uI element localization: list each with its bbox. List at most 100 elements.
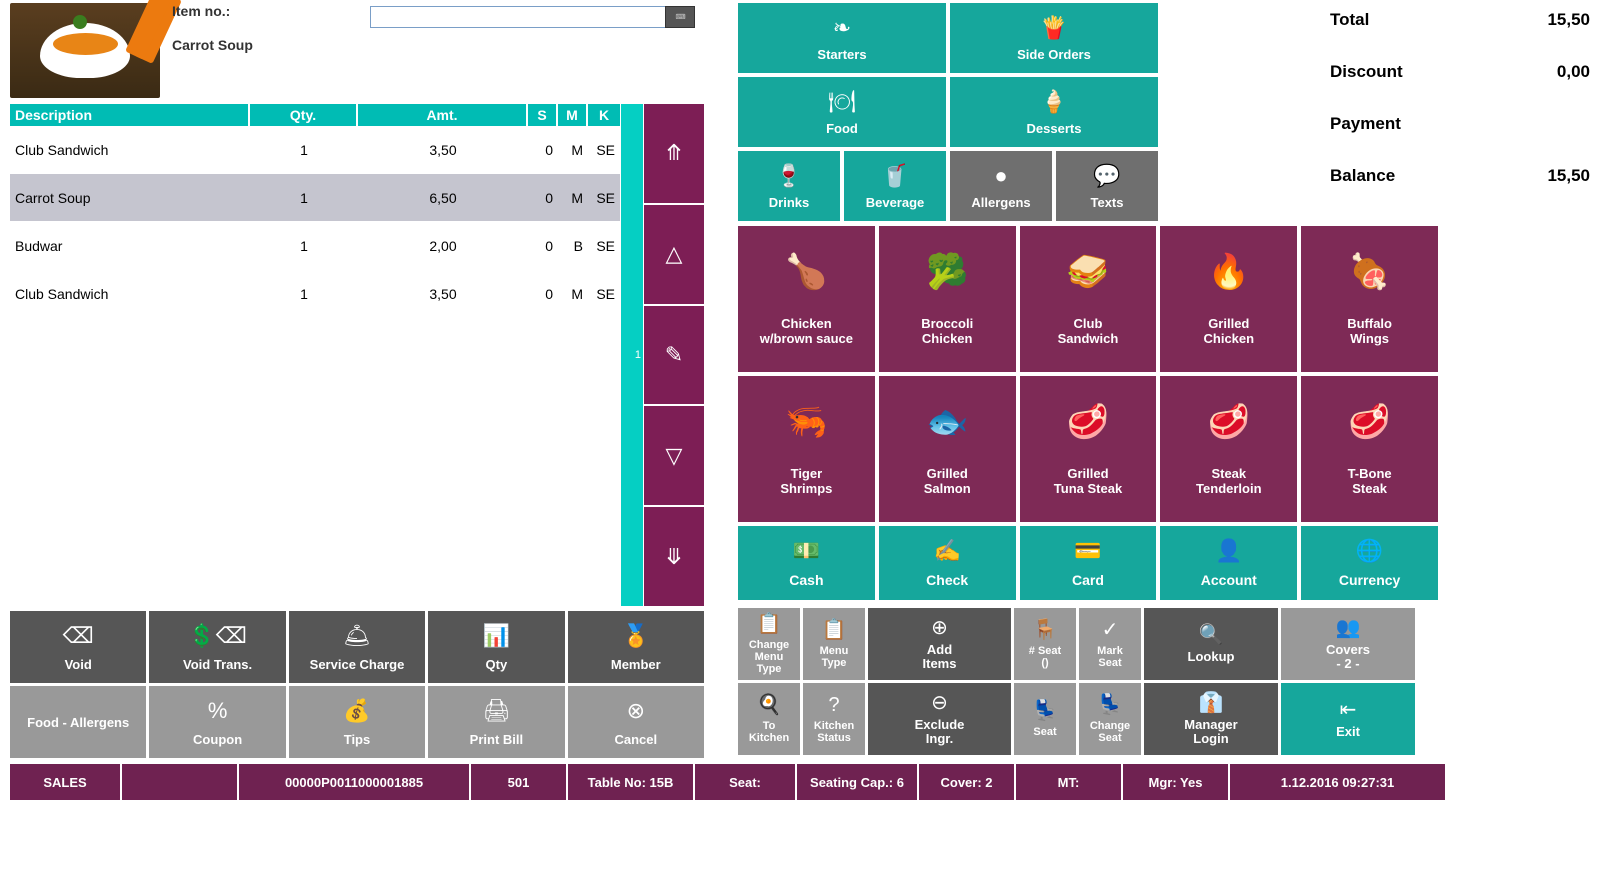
check-icon: ✍ [933, 538, 960, 564]
kitchen-status-icon: ? [828, 694, 839, 716]
status-cell: 1.12.2016 09:27:31 [1230, 764, 1445, 800]
payment-card[interactable]: 💳Card [1020, 526, 1157, 600]
row-qty: 1 [250, 142, 358, 158]
item-image [10, 3, 160, 98]
item-search-input[interactable] [370, 6, 690, 28]
op-void[interactable]: ⌫ Void [10, 611, 146, 683]
grilled-tuna-steak-icon: 🥩 [1067, 402, 1109, 442]
menu-item-grilled-tuna-steak[interactable]: 🥩GrilledTuna Steak [1020, 376, 1157, 522]
menu-item-chicken-w-brown-sauce[interactable]: 🍗Chickenw/brown sauce [738, 226, 875, 372]
status-cell: Seating Cap.: 6 [797, 764, 917, 800]
manager-login-icon: 👔 [1199, 692, 1224, 714]
category-beverage[interactable]: 🥤Beverage [844, 151, 946, 221]
op-label: Seat [1033, 726, 1056, 738]
op-menu-type[interactable]: 📋MenuType [803, 608, 865, 680]
menu-item-club-sandwich[interactable]: 🥪ClubSandwich [1020, 226, 1157, 372]
op-covers-2[interactable]: 👥Covers- 2 - [1281, 608, 1415, 680]
op-void-trans-[interactable]: 💲⌫Void Trans. [149, 611, 285, 683]
op-seat[interactable]: 💺Seat [1014, 683, 1076, 755]
op-exclude-ingr[interactable]: ⊖ExcludeIngr. [868, 683, 1011, 755]
op-print-bill[interactable]: 🖨Print Bill [428, 686, 564, 758]
op-tips[interactable]: 💰Tips [289, 686, 425, 758]
op-cancel[interactable]: ⊗Cancel [568, 686, 704, 758]
op-label: Void [65, 657, 92, 672]
cash-icon: 💵 [793, 538, 820, 564]
page-up-icon[interactable]: ⤊ [644, 104, 704, 203]
payment-currency[interactable]: 🌐 Currency [1301, 526, 1438, 600]
payment-label: Card [1072, 572, 1104, 588]
row-qty: 1 [250, 286, 358, 302]
edit-icon[interactable]: ✎ [644, 304, 704, 405]
op-food-allergens[interactable]: Food - Allergens [10, 686, 146, 758]
category-drinks[interactable]: 🍷Drinks [738, 151, 840, 221]
order-row[interactable]: Club Sandwich13,500MSE [10, 270, 620, 318]
order-row[interactable]: Club Sandwich13,500MSE [10, 126, 620, 174]
coupon-icon: % [208, 698, 228, 724]
void-trans--icon: 💲⌫ [188, 623, 247, 649]
col-qty: Qty. [250, 104, 358, 126]
category-desserts[interactable]: 🍦Desserts [950, 77, 1158, 147]
op-change-menu-type[interactable]: 📋ChangeMenuType [738, 608, 800, 680]
op-service-charge[interactable]: 🛎Service Charge [289, 611, 425, 683]
op-kitchen-status[interactable]: ?KitchenStatus [803, 683, 865, 755]
op-label: AddItems [923, 643, 957, 672]
exclude-ingr-icon: ⊖ [931, 692, 948, 714]
op-mark-seat[interactable]: ✓MarkSeat [1079, 608, 1141, 680]
op-to-kitchen[interactable]: 🍳ToKitchen [738, 683, 800, 755]
order-row[interactable]: Carrot Soup16,500MSE [10, 174, 620, 222]
menu-item-label: Chickenw/brown sauce [760, 316, 853, 346]
menu-item-grilled-chicken[interactable]: 🔥GrilledChicken [1160, 226, 1297, 372]
grilled-salmon-icon: 🐟 [926, 402, 968, 442]
menu-item-tiger-shrimps[interactable]: 🦐TigerShrimps [738, 376, 875, 522]
menu-item-grilled-salmon[interactable]: 🐟GrilledSalmon [879, 376, 1016, 522]
op-add-items[interactable]: ⊕ AddItems [868, 608, 1011, 680]
keyboard-icon[interactable]: ⌨ [665, 6, 695, 28]
op-label: ChangeSeat [1090, 720, 1130, 744]
row-amt: 2,00 [358, 238, 528, 254]
category-texts[interactable]: 💬Texts [1056, 151, 1158, 221]
category-label: Texts [1091, 195, 1124, 210]
col-m: M [558, 104, 588, 126]
menu-item-buffalo-wings[interactable]: 🍖BuffaloWings [1301, 226, 1438, 372]
menu-item-steak-tenderloin[interactable]: 🥩SteakTenderloin [1160, 376, 1297, 522]
category-starters[interactable]: ❧Starters [738, 3, 946, 73]
category-allergens[interactable]: ●Allergens [950, 151, 1052, 221]
payment-check[interactable]: ✍Check [879, 526, 1016, 600]
op-seat[interactable]: 🪑# Seat() [1014, 608, 1076, 680]
scroll-down-icon[interactable]: ▽ [644, 404, 704, 505]
row-qty: 1 [250, 190, 358, 206]
op-label: ManagerLogin [1184, 718, 1237, 747]
page-down-icon[interactable]: ⤋ [644, 505, 704, 606]
row-k: SE [588, 142, 620, 158]
op-manager-login[interactable]: 👔 ManagerLogin [1144, 683, 1278, 755]
menu-item-t-bone-steak[interactable]: 🥩T-BoneSteak [1301, 376, 1438, 522]
payment-account[interactable]: 👤Account [1160, 526, 1297, 600]
void-icon: ⌫ [63, 623, 94, 649]
op-member[interactable]: 🏅Member [568, 611, 704, 683]
op-label: Print Bill [470, 732, 523, 747]
service-charge-icon: 🛎 [343, 623, 371, 649]
currency-icon: 🌐 [1356, 538, 1383, 564]
account-icon: 👤 [1215, 538, 1242, 564]
payment-label: Currency [1339, 572, 1400, 588]
order-row[interactable]: Budwar12,000BSE [10, 222, 620, 270]
op-change-seat[interactable]: 💺ChangeSeat [1079, 683, 1141, 755]
op-lookup[interactable]: 🔍Lookup [1144, 608, 1278, 680]
scroll-up-icon[interactable]: △ [644, 203, 704, 304]
category-food[interactable]: 🍽Food [738, 77, 946, 147]
row-desc: Club Sandwich [10, 286, 250, 302]
menu-item-broccoli-chicken[interactable]: 🥦BroccoliChicken [879, 226, 1016, 372]
payment-cash[interactable]: 💵Cash [738, 526, 875, 600]
menu-item-label: BroccoliChicken [921, 316, 973, 346]
category-side-orders[interactable]: 🍟Side Orders [950, 3, 1158, 73]
cancel-icon: ⊗ [627, 698, 645, 724]
category-label: Beverage [866, 195, 925, 210]
op-exit[interactable]: ⇤Exit [1281, 683, 1415, 755]
op-qty[interactable]: 📊Qty [428, 611, 564, 683]
op-coupon[interactable]: %Coupon [149, 686, 285, 758]
op-label: ChangeMenuType [749, 639, 789, 675]
food-icon: 🍽 [828, 89, 856, 115]
row-amt: 6,50 [358, 190, 528, 206]
side-orders-icon: 🍟 [1040, 15, 1067, 41]
add-items-icon: ⊕ [931, 617, 948, 639]
